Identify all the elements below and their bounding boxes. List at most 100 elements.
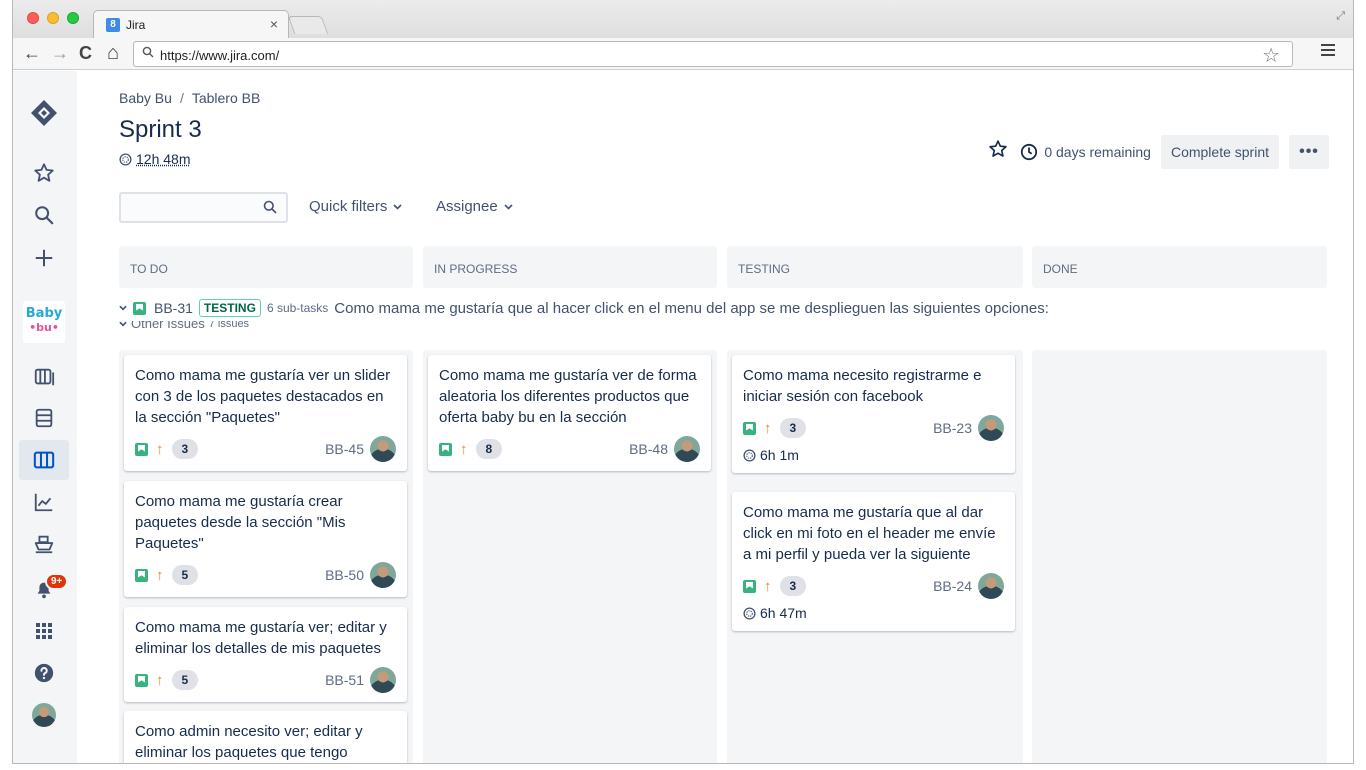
issue-card[interactable]: Como mama me gustaría ver de forma aleat… xyxy=(428,355,711,471)
stopwatch-icon xyxy=(119,152,132,166)
address-bar[interactable]: https://www.jira.com/ ☆ xyxy=(133,41,1293,67)
forward-icon[interactable]: → xyxy=(51,43,69,63)
days-remaining-label: 0 days remaining xyxy=(1044,144,1151,160)
issue-key[interactable]: BB-51 xyxy=(325,672,364,688)
close-window-button[interactable] xyxy=(27,12,39,24)
card-summary: Como mama me gustaría ver de forma aleat… xyxy=(439,367,697,426)
issue-card[interactable]: Como mama necesito registrarme e iniciar… xyxy=(732,355,1015,473)
time-estimate-value: 6h 47m xyxy=(760,605,807,621)
minimize-window-button[interactable] xyxy=(47,12,59,24)
url-text[interactable]: https://www.jira.com/ xyxy=(160,48,279,63)
clock-icon xyxy=(1021,143,1038,161)
swimlane-issue-key[interactable]: BB-31 xyxy=(154,300,193,316)
story-points-badge: 3 xyxy=(779,576,807,596)
card-summary: Como mama me gustaría ver un slider con … xyxy=(135,367,391,426)
swimlane-header[interactable]: BB-31 TESTING 6 sub-tasks Como mama me g… xyxy=(119,297,1049,319)
column-header-todo: TO DO xyxy=(119,246,413,288)
ship-icon[interactable] xyxy=(19,524,69,564)
card-summary: Como mama me gustaría crear paquetes des… xyxy=(135,493,346,552)
browser-tab[interactable]: 8 Jira × xyxy=(93,10,289,38)
breadcrumb-board-link[interactable]: Tablero BB xyxy=(192,90,260,106)
search-icon[interactable] xyxy=(19,195,69,235)
card-meta: ↑ 5 BB-50 xyxy=(135,562,396,588)
browser-window: 8 Jira × ⤢ ← → C ⌂ https://www.jira.com/… xyxy=(12,0,1354,764)
releases-icon[interactable] xyxy=(19,398,69,438)
sprint-days-remaining: 0 days remaining xyxy=(1020,143,1151,161)
issue-key[interactable]: BB-23 xyxy=(933,420,972,436)
issue-card[interactable]: Como mama me gustaría ver; editar y elim… xyxy=(124,607,407,702)
backlog-icon[interactable] xyxy=(19,357,69,397)
search-icon xyxy=(142,46,154,61)
issue-key[interactable]: BB-50 xyxy=(325,567,364,583)
board-icon[interactable] xyxy=(19,440,69,480)
app-switcher-icon[interactable] xyxy=(19,611,69,651)
starred-icon[interactable] xyxy=(19,153,69,193)
header-actions: 0 days remaining Complete sprint ••• xyxy=(988,135,1329,169)
quick-filters-dropdown[interactable]: Quick filters xyxy=(309,198,402,215)
time-estimate: 6h 47m xyxy=(743,605,1004,621)
jira-logo-icon[interactable] xyxy=(19,93,69,133)
subtask-count: 6 sub-tasks xyxy=(266,301,329,315)
favicon-icon: 8 xyxy=(106,18,120,32)
back-icon[interactable]: ← xyxy=(23,43,41,63)
assignee-avatar[interactable] xyxy=(978,415,1004,441)
assignee-label: Assignee xyxy=(436,198,498,215)
board-page: Baby Bu / Tablero BB Sprint 3 12h 48m 0 da… xyxy=(119,71,1329,763)
issue-key[interactable]: BB-45 xyxy=(325,441,364,457)
card-meta: ↑ 3 BB-45 xyxy=(135,436,396,462)
assignee-avatar[interactable] xyxy=(370,562,396,588)
issue-key[interactable]: BB-24 xyxy=(933,578,972,594)
issue-card[interactable]: Como admin necesito ver; editar y elimin… xyxy=(124,711,407,763)
profile-avatar[interactable] xyxy=(19,695,69,735)
assignee-avatar[interactable] xyxy=(370,667,396,693)
story-icon xyxy=(133,301,146,315)
story-points-badge: 3 xyxy=(779,418,807,438)
star-board-icon[interactable] xyxy=(988,139,1008,165)
chevron-down-icon[interactable] xyxy=(119,305,127,311)
story-icon xyxy=(439,442,452,456)
assignee-avatar[interactable] xyxy=(370,436,396,462)
new-tab-button[interactable] xyxy=(287,16,329,34)
story-icon xyxy=(743,421,756,435)
maximize-window-button[interactable] xyxy=(67,12,79,24)
bookmark-star-icon[interactable]: ☆ xyxy=(1262,43,1280,68)
project-logo-text: Baby xyxy=(25,306,63,321)
story-points-badge: 5 xyxy=(171,565,199,585)
issue-key[interactable]: BB-48 xyxy=(629,441,668,457)
issue-card[interactable]: Como mama me gustaría crear paquetes des… xyxy=(124,481,407,597)
reload-icon[interactable]: C xyxy=(79,43,92,63)
create-icon[interactable] xyxy=(19,238,69,278)
issue-card[interactable]: Como mama me gustaría ver un slider con … xyxy=(124,355,407,471)
reports-icon[interactable] xyxy=(19,482,69,522)
column-done xyxy=(1032,350,1327,763)
stopwatch-icon xyxy=(743,448,756,462)
column-todo: Como mama me gustaría ver un slider con … xyxy=(119,350,413,763)
assignee-avatar[interactable] xyxy=(978,573,1004,599)
board-search-input[interactable] xyxy=(127,194,257,220)
story-points-badge: 8 xyxy=(475,439,503,459)
card-meta: ↑ 3 BB-24 xyxy=(743,573,1004,599)
issue-card[interactable]: Como mama me gustaría que al dar click e… xyxy=(732,492,1015,631)
fullscreen-icon[interactable]: ⤢ xyxy=(1336,10,1345,23)
column-testing: Como mama necesito registrarme e iniciar… xyxy=(727,350,1023,763)
card-summary: Como mama necesito registrarme e iniciar… xyxy=(743,367,982,405)
priority-high-icon: ↑ xyxy=(156,566,164,584)
project-avatar[interactable]: Baby •bu• xyxy=(23,301,65,343)
complete-sprint-button[interactable]: Complete sprint xyxy=(1160,135,1279,169)
priority-high-icon: ↑ xyxy=(764,419,772,437)
swimlane-summary: Como mama me gustaría que al hacer click… xyxy=(334,299,1049,317)
help-icon[interactable] xyxy=(19,653,69,693)
home-icon[interactable]: ⌂ xyxy=(107,43,119,63)
browser-menu-icon[interactable] xyxy=(1321,44,1335,59)
breadcrumb-project-link[interactable]: Baby Bu xyxy=(119,90,172,106)
other-issues-label: Other Issues xyxy=(131,321,205,331)
card-meta: ↑ 3 BB-23 xyxy=(743,415,1004,441)
board-search[interactable] xyxy=(119,192,288,223)
time-tracked[interactable]: 12h 48m xyxy=(119,151,190,167)
tab-close-icon[interactable]: × xyxy=(270,16,278,32)
more-actions-button[interactable]: ••• xyxy=(1289,135,1329,169)
assignee-avatar[interactable] xyxy=(674,436,700,462)
assignee-dropdown[interactable]: Assignee xyxy=(436,198,513,215)
other-issues-swimlane[interactable]: Other Issues 7 issues xyxy=(119,321,249,333)
notifications-icon[interactable]: 9+ xyxy=(19,569,69,609)
